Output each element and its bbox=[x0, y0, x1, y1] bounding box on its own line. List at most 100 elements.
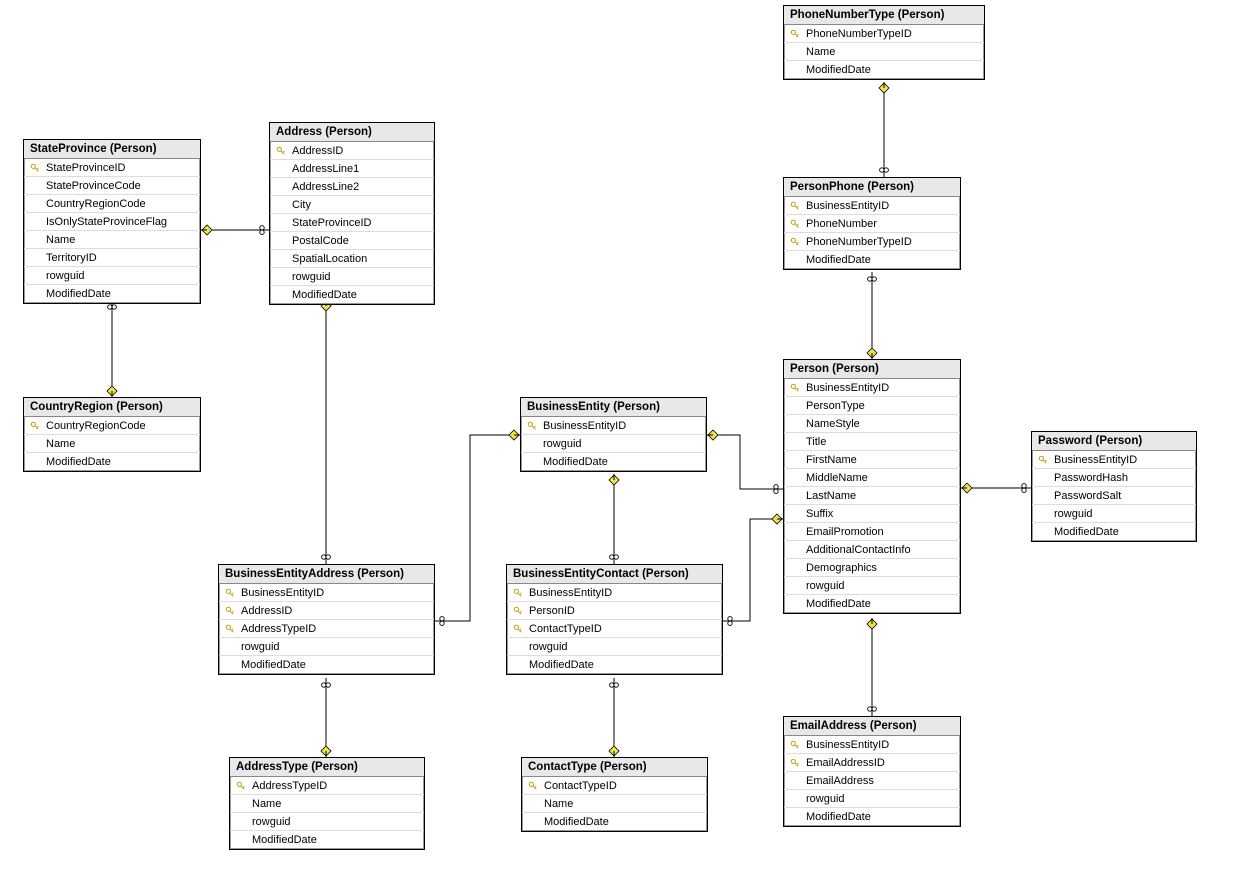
relationship-line[interactable] bbox=[707, 430, 783, 493]
table-column[interactable]: EmailPromotion bbox=[784, 523, 960, 541]
table-header[interactable]: Person (Person) bbox=[784, 360, 960, 379]
relationship-line[interactable] bbox=[867, 272, 877, 359]
table-address[interactable]: Address (Person)AddressIDAddressLine1Add… bbox=[269, 122, 435, 305]
table-header[interactable]: Address (Person) bbox=[270, 123, 434, 142]
table-column[interactable]: SpatialLocation bbox=[270, 250, 434, 268]
table-header[interactable]: ContactType (Person) bbox=[522, 758, 707, 777]
table-businessentitycontact[interactable]: BusinessEntityContact (Person)BusinessEn… bbox=[506, 564, 723, 675]
table-column[interactable]: BusinessEntityID bbox=[219, 584, 434, 602]
table-column[interactable]: BusinessEntityID bbox=[521, 417, 706, 435]
table-password[interactable]: Password (Person)BusinessEntityIDPasswor… bbox=[1031, 431, 1197, 542]
table-column[interactable]: rowguid bbox=[24, 267, 200, 285]
table-contacttype[interactable]: ContactType (Person)ContactTypeIDNameMod… bbox=[521, 757, 708, 832]
table-column[interactable]: rowguid bbox=[507, 638, 722, 656]
table-column[interactable]: PhoneNumberTypeID bbox=[784, 25, 984, 43]
table-column[interactable]: ModifiedDate bbox=[1032, 523, 1196, 541]
table-businessentityaddress[interactable]: BusinessEntityAddress (Person)BusinessEn… bbox=[218, 564, 435, 675]
table-column[interactable]: Name bbox=[784, 43, 984, 61]
table-column[interactable]: TerritoryID bbox=[24, 249, 200, 267]
table-header[interactable]: BusinessEntity (Person) bbox=[521, 398, 706, 417]
table-emailaddress[interactable]: EmailAddress (Person)BusinessEntityIDEma… bbox=[783, 716, 961, 827]
table-column[interactable]: ModifiedDate bbox=[24, 285, 200, 303]
table-column[interactable]: rowguid bbox=[270, 268, 434, 286]
table-column[interactable]: BusinessEntityID bbox=[784, 197, 960, 215]
table-column[interactable]: rowguid bbox=[784, 790, 960, 808]
table-column[interactable]: AddressLine1 bbox=[270, 160, 434, 178]
relationship-line[interactable] bbox=[867, 618, 877, 716]
table-column[interactable]: BusinessEntityID bbox=[784, 736, 960, 754]
table-column[interactable]: Suffix bbox=[784, 505, 960, 523]
table-person[interactable]: Person (Person)BusinessEntityIDPersonTyp… bbox=[783, 359, 961, 614]
table-column[interactable]: StateProvinceID bbox=[270, 214, 434, 232]
table-column[interactable]: Title bbox=[784, 433, 960, 451]
table-column[interactable]: ModifiedDate bbox=[522, 813, 707, 831]
table-column[interactable]: PhoneNumber bbox=[784, 215, 960, 233]
table-column[interactable]: City bbox=[270, 196, 434, 214]
table-column[interactable]: rowguid bbox=[521, 435, 706, 453]
table-header[interactable]: CountryRegion (Person) bbox=[24, 398, 200, 417]
table-column[interactable]: ModifiedDate bbox=[521, 453, 706, 471]
table-businessentity[interactable]: BusinessEntity (Person)BusinessEntityIDr… bbox=[520, 397, 707, 472]
table-column[interactable]: ModifiedDate bbox=[219, 656, 434, 674]
relationship-line[interactable] bbox=[879, 82, 889, 177]
table-header[interactable]: BusinessEntityContact (Person) bbox=[507, 565, 722, 584]
table-column[interactable]: PersonType bbox=[784, 397, 960, 415]
table-column[interactable]: Demographics bbox=[784, 559, 960, 577]
table-column[interactable]: AddressID bbox=[270, 142, 434, 160]
table-header[interactable]: EmailAddress (Person) bbox=[784, 717, 960, 736]
table-column[interactable]: Name bbox=[24, 435, 200, 453]
table-column[interactable]: PasswordSalt bbox=[1032, 487, 1196, 505]
relationship-line[interactable] bbox=[107, 300, 117, 397]
table-column[interactable]: StateProvinceID bbox=[24, 159, 200, 177]
table-column[interactable]: AddressTypeID bbox=[219, 620, 434, 638]
table-column[interactable]: rowguid bbox=[219, 638, 434, 656]
table-column[interactable]: PhoneNumberTypeID bbox=[784, 233, 960, 251]
table-column[interactable]: PasswordHash bbox=[1032, 469, 1196, 487]
table-column[interactable]: BusinessEntityID bbox=[1032, 451, 1196, 469]
table-column[interactable]: BusinessEntityID bbox=[784, 379, 960, 397]
table-column[interactable]: EmailAddress bbox=[784, 772, 960, 790]
table-phonenumbertype[interactable]: PhoneNumberType (Person)PhoneNumberTypeI… bbox=[783, 5, 985, 80]
table-header[interactable]: PhoneNumberType (Person) bbox=[784, 6, 984, 25]
relationship-line[interactable] bbox=[609, 678, 619, 757]
table-header[interactable]: AddressType (Person) bbox=[230, 758, 424, 777]
table-column[interactable]: ContactTypeID bbox=[507, 620, 722, 638]
table-column[interactable]: rowguid bbox=[230, 813, 424, 831]
table-column[interactable]: ModifiedDate bbox=[507, 656, 722, 674]
table-column[interactable]: AddressLine2 bbox=[270, 178, 434, 196]
table-column[interactable]: MiddleName bbox=[784, 469, 960, 487]
table-column[interactable]: AdditionalContactInfo bbox=[784, 541, 960, 559]
table-column[interactable]: ModifiedDate bbox=[230, 831, 424, 849]
table-column[interactable]: EmailAddressID bbox=[784, 754, 960, 772]
table-column[interactable]: Name bbox=[230, 795, 424, 813]
table-column[interactable]: AddressID bbox=[219, 602, 434, 620]
table-column[interactable]: Name bbox=[24, 231, 200, 249]
table-addresstype[interactable]: AddressType (Person)AddressTypeIDNamerow… bbox=[229, 757, 425, 850]
table-column[interactable]: CountryRegionCode bbox=[24, 417, 200, 435]
table-header[interactable]: Password (Person) bbox=[1032, 432, 1196, 451]
table-column[interactable]: FirstName bbox=[784, 451, 960, 469]
table-column[interactable]: ModifiedDate bbox=[784, 808, 960, 826]
relationship-line[interactable] bbox=[201, 225, 269, 235]
table-column[interactable]: ModifiedDate bbox=[270, 286, 434, 304]
table-column[interactable]: AddressTypeID bbox=[230, 777, 424, 795]
relationship-line[interactable] bbox=[609, 474, 619, 564]
table-stateprovince[interactable]: StateProvince (Person)StateProvinceIDSta… bbox=[23, 139, 201, 304]
table-column[interactable]: ModifiedDate bbox=[784, 595, 960, 613]
table-column[interactable]: IsOnlyStateProvinceFlag bbox=[24, 213, 200, 231]
table-column[interactable]: ContactTypeID bbox=[522, 777, 707, 795]
table-column[interactable]: PostalCode bbox=[270, 232, 434, 250]
relationship-line[interactable] bbox=[961, 483, 1031, 493]
table-column[interactable]: NameStyle bbox=[784, 415, 960, 433]
table-countryregion[interactable]: CountryRegion (Person)CountryRegionCodeN… bbox=[23, 397, 201, 472]
table-personphone[interactable]: PersonPhone (Person)BusinessEntityIDPhon… bbox=[783, 177, 961, 270]
table-column[interactable]: ModifiedDate bbox=[784, 61, 984, 79]
relationship-line[interactable] bbox=[321, 678, 331, 757]
relationship-line[interactable] bbox=[723, 514, 783, 625]
table-header[interactable]: StateProvince (Person) bbox=[24, 140, 200, 159]
table-column[interactable]: PersonID bbox=[507, 602, 722, 620]
table-column[interactable]: Name bbox=[522, 795, 707, 813]
table-header[interactable]: PersonPhone (Person) bbox=[784, 178, 960, 197]
table-column[interactable]: rowguid bbox=[1032, 505, 1196, 523]
table-header[interactable]: BusinessEntityAddress (Person) bbox=[219, 565, 434, 584]
